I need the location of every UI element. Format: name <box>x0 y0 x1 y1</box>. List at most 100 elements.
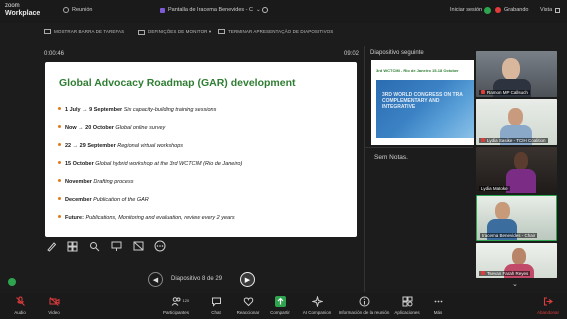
black-screen-button[interactable] <box>132 240 144 252</box>
meeting-info-button[interactable]: Información de la reunión <box>338 296 390 315</box>
presenter-toolbar: MOSTRAR BARRA DE TAREFAS DEFINIÇÕES DE M… <box>40 24 370 42</box>
slide-counter: Diapositivo 8 de 29 <box>171 276 223 282</box>
sign-in-link[interactable]: Iniciar sesión <box>450 7 482 13</box>
participant-tile[interactable]: Lydia Matoke <box>476 147 557 193</box>
security-shield-icon[interactable] <box>8 278 16 286</box>
ai-companion-button[interactable]: AI Companion <box>295 296 339 315</box>
meeting-info-label: Información de la reunión <box>338 310 390 315</box>
participant-face <box>502 58 520 80</box>
end-slideshow-icon <box>218 29 225 34</box>
slide-bullet: November Drafting process <box>58 179 133 185</box>
participant-face <box>495 202 510 220</box>
bullet-text: Global online survey <box>113 125 166 131</box>
next-slide-preview[interactable]: 3rd WCTCIM - Rio de Janeiro 15-18 Octobe… <box>371 60 474 145</box>
monitor-icon <box>138 29 145 35</box>
video-label: Video <box>48 310 60 315</box>
slide-bullet: Future: Publications, Monitoring and eva… <box>58 215 235 221</box>
sign-in-label: Iniciar sesión <box>450 7 483 13</box>
info-icon <box>359 296 370 307</box>
audio-label: Audio <box>14 310 26 315</box>
recording-label: Grabando <box>504 7 529 13</box>
pen-icon <box>46 241 56 252</box>
elapsed-timer: 0:00:46 <box>44 51 65 57</box>
participant-tile-active-speaker[interactable]: Iracema Benevides - Chair <box>476 195 557 241</box>
people-icon: 120 <box>171 296 189 307</box>
participant-tile[interactable]: Ramon MP Callsuch <box>476 51 557 97</box>
participants-count: 120 <box>182 298 190 303</box>
leave-button[interactable]: Abandonar <box>526 296 567 315</box>
meeting-tab[interactable]: Reunión <box>63 7 93 13</box>
next-slide-button[interactable]: ▶ <box>240 272 255 287</box>
close-icon <box>262 7 268 13</box>
screen-off-icon <box>133 241 143 250</box>
congress-banner-image: 3RD WORLD CONGRESS ON TRA COMPLEMENTARY … <box>376 80 474 138</box>
mic-muted-icon <box>481 271 485 275</box>
more-icon <box>154 240 166 252</box>
view-label: Vista <box>540 7 553 13</box>
participant-name: Tsevan Farah Reyes <box>479 271 531 276</box>
apps-icon <box>402 296 413 307</box>
screen-share-tab-label: Pantalla de Iracema Benevides - C <box>168 7 253 13</box>
slide-bullet: December Publication of the GAR <box>58 197 149 203</box>
bullet-text: Publication of the GAR <box>91 197 149 203</box>
taskbar-icon <box>44 29 51 34</box>
more-button[interactable]: Más <box>416 296 460 315</box>
encryption-indicator[interactable] <box>484 7 491 14</box>
all-slides-button[interactable] <box>66 240 78 252</box>
screen-share-tab[interactable]: Pantalla de Iracema Benevides - C ⌄ <box>160 7 261 13</box>
participants-label: Participantes <box>162 310 189 315</box>
participant-name: Lydia Sasike - TCIH Coalition <box>479 138 548 143</box>
bullet-date: 15 October <box>65 161 94 167</box>
arrow-right-icon: ▶ <box>244 276 251 284</box>
panel-divider <box>364 46 365 292</box>
ai-companion-label: AI Companion <box>302 310 332 315</box>
display-settings-button[interactable]: DEFINIÇÕES DE MONITOR ▾ <box>138 29 211 35</box>
more-label: Más <box>433 310 443 315</box>
monitor-pointer-icon <box>111 241 121 251</box>
top-bar: zoom Workplace Reunión Pantalla de Irace… <box>0 0 567 23</box>
mic-muted-icon <box>15 296 26 307</box>
more-options-button[interactable] <box>154 240 166 252</box>
zoom-logo: zoom Workplace <box>5 3 40 17</box>
zoom-slide-button[interactable] <box>88 240 100 252</box>
show-taskbar-button[interactable]: MOSTRAR BARRA DE TAREFAS <box>44 29 124 34</box>
video-button[interactable]: Video <box>32 296 76 315</box>
mic-muted-icon <box>481 90 485 94</box>
mic-muted-icon <box>481 138 485 142</box>
more-icon <box>433 296 444 307</box>
slide-title: Global Advocacy Roadmap (GAR) developmen… <box>59 77 296 89</box>
bullet-date: 22 → 29 September <box>65 143 116 149</box>
bullet-date: Now → 20 October <box>65 125 114 131</box>
react-label: Reaccionar <box>236 310 260 315</box>
share-screen-icon <box>274 296 286 307</box>
arrow-left-icon: ◀ <box>152 276 159 284</box>
bullet-date: November <box>65 179 92 185</box>
previous-slide-button[interactable]: ◀ <box>148 272 163 287</box>
heart-icon <box>243 296 254 307</box>
shield-icon <box>484 7 491 14</box>
close-tab-button[interactable] <box>262 7 268 13</box>
bullet-text: Publications, Monitoring and evaluation,… <box>83 215 235 221</box>
bullet-date: 1 July → 9 September <box>65 107 123 113</box>
participants-button[interactable]: 120 Participantes <box>154 296 198 315</box>
chevron-down-icon: ⌄ <box>512 281 518 288</box>
participant-name: Iracema Benevides - Chair <box>480 233 538 238</box>
bullet-text: Drafting process <box>91 179 134 185</box>
meeting-controls: Audio Video 120 Participantes Chat Reacc… <box>0 293 567 319</box>
bullet-date: December <box>65 197 92 203</box>
recording-indicator[interactable]: Grabando <box>495 7 528 13</box>
meeting-tab-label: Reunión <box>72 7 93 13</box>
participant-tile[interactable]: Lydia Sasike - TCIH Coalition <box>476 99 557 145</box>
pointer-button[interactable] <box>110 240 122 252</box>
bullet-dot-icon <box>58 125 61 128</box>
end-presentation-button[interactable]: TERMINAR APRESENTAÇÃO DE DIAPOSITIVOS <box>218 29 333 34</box>
record-icon <box>495 7 501 13</box>
participant-tile[interactable]: Tsevan Farah Reyes <box>476 243 557 278</box>
scroll-down-button[interactable]: ⌄ <box>512 280 518 288</box>
grid-icon <box>555 7 561 13</box>
home-icon <box>63 7 69 13</box>
participant-name: Ramon MP Callsuch <box>479 90 530 95</box>
speaker-notes: Sem Notas. <box>374 154 408 161</box>
pen-tool-button[interactable] <box>45 240 57 252</box>
view-button[interactable]: Vista <box>540 7 561 13</box>
